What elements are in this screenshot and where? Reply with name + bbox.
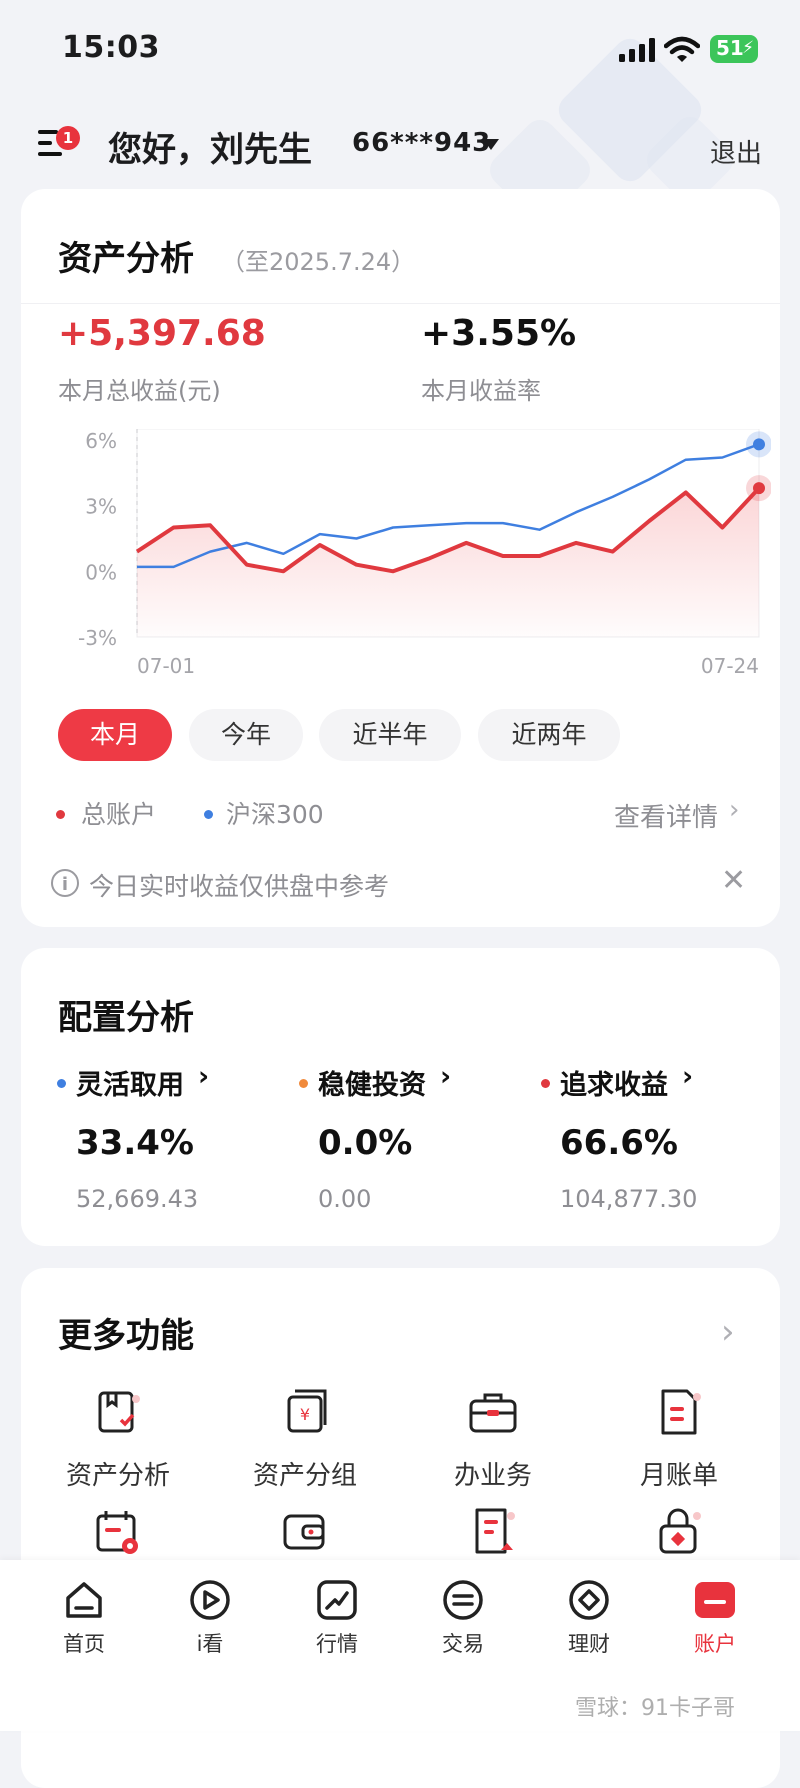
document-upload-icon[interactable]: [467, 1506, 519, 1558]
as-of-date: （至2025.7.24）: [221, 248, 416, 276]
y-tick-label: 3%: [85, 495, 117, 519]
trend-icon: [317, 1580, 357, 1620]
info-icon: i: [51, 869, 79, 897]
lock-icon[interactable]: [653, 1506, 705, 1558]
allocation-name[interactable]: 追求收益: [560, 1063, 668, 1102]
period-tab-1[interactable]: 今年: [189, 709, 303, 761]
x-tick-label: 07-01: [137, 654, 195, 678]
series-end-point: [753, 482, 765, 495]
wallet-icon[interactable]: [279, 1506, 331, 1558]
legend-label-csi300: 沪深300: [226, 800, 324, 829]
monthly-return-label: 本月收益率: [421, 377, 541, 405]
wifi-icon: [664, 36, 700, 62]
allocation-name[interactable]: 稳健投资: [318, 1063, 426, 1102]
chevron-right-icon[interactable]: ›: [682, 1061, 693, 1092]
svg-text:¥: ¥: [300, 1405, 310, 1424]
nav-item-5[interactable]: 账户: [655, 1560, 775, 1710]
allocation-dot: [299, 1079, 308, 1088]
nav-label: 理财: [568, 1632, 610, 1656]
allocation-percent: 33.4%: [76, 1123, 194, 1163]
asset-group-icon[interactable]: ¥: [279, 1387, 331, 1439]
briefcase-icon[interactable]: [467, 1387, 519, 1439]
period-tab-3[interactable]: 近两年: [478, 709, 620, 761]
function-label[interactable]: 办业务: [433, 1455, 553, 1492]
status-time: 15:03: [62, 30, 160, 65]
allocation-amount: 52,669.43: [76, 1185, 199, 1213]
nav-label: 交易: [442, 1632, 484, 1656]
function-label[interactable]: 月账单: [619, 1455, 739, 1492]
monthly-return-value: +3.55%: [421, 313, 577, 354]
allocation-title: 配置分析: [58, 998, 194, 1038]
allocation-amount: 0.00: [318, 1185, 372, 1213]
nav-label: 行情: [316, 1632, 358, 1656]
allocation-percent: 0.0%: [318, 1123, 413, 1163]
chevron-right-icon[interactable]: ›: [729, 795, 739, 825]
allocation-name[interactable]: 灵活取用: [76, 1063, 184, 1102]
chevron-right-icon[interactable]: ›: [198, 1061, 209, 1092]
greeting-text: 您好，刘先生: [108, 130, 312, 170]
nav-label: 首页: [63, 1632, 105, 1656]
close-icon[interactable]: ✕: [721, 863, 746, 898]
divider: [21, 303, 780, 304]
chevron-right-icon[interactable]: ›: [440, 1061, 451, 1092]
allocation-dot: [57, 1079, 66, 1088]
allocation-card: 配置分析 灵活取用 › 33.4% 52,669.43 稳健投资 › 0.0% 0.00 追求收…: [21, 948, 780, 1246]
account-icon: [695, 1582, 735, 1618]
allocation-amount: 104,877.30: [560, 1185, 698, 1213]
legend-label-total-account: 总账户: [81, 800, 157, 829]
series-end-point: [753, 438, 765, 451]
notification-badge: 1: [56, 126, 80, 150]
nav-item-0[interactable]: 首页: [24, 1560, 144, 1710]
nav-item-3[interactable]: 交易: [403, 1560, 523, 1710]
nav-item-4[interactable]: 理财: [529, 1560, 649, 1710]
more-functions-title: 更多功能: [58, 1316, 194, 1356]
asset-analysis-title: 资产分析: [58, 239, 194, 279]
realtime-notice-text: 今日实时收益仅供盘中参考: [89, 872, 390, 901]
finance-icon: [569, 1580, 609, 1620]
nav-item-2[interactable]: 行情: [277, 1560, 397, 1710]
nav-label: 账户: [694, 1632, 736, 1656]
return-chart[interactable]: 6% 3% 0% -3% 07-01 07-24: [51, 429, 771, 689]
allocation-dot: [541, 1079, 550, 1088]
asset-analysis-card: 资产分析 （至2025.7.24） +5,397.68 本月总收益(元) +3.…: [21, 189, 780, 927]
function-label[interactable]: 资产分组: [245, 1455, 365, 1492]
monthly-profit-label: 本月总收益(元): [58, 377, 221, 405]
allocation-percent: 66.6%: [560, 1123, 678, 1163]
function-label[interactable]: 资产分析: [58, 1455, 178, 1492]
view-details-link[interactable]: 查看详情: [614, 797, 718, 834]
legend-dot-total-account: [56, 810, 65, 819]
chevron-right-icon[interactable]: ›: [721, 1312, 735, 1352]
monthly-bill-icon[interactable]: [653, 1387, 705, 1439]
calendar-icon[interactable]: [92, 1506, 144, 1558]
legend-dot-csi300: [204, 810, 213, 819]
battery-level: 51: [716, 36, 744, 60]
account-selector[interactable]: 66***943: [352, 128, 491, 158]
play-icon: [190, 1580, 230, 1620]
x-tick-label: 07-24: [701, 654, 759, 678]
nav-label: i看: [196, 1632, 224, 1656]
watermark: 雪球：91卡子哥: [575, 1696, 735, 1721]
y-tick-label: -3%: [78, 626, 117, 650]
charging-icon: ⚡: [742, 38, 754, 58]
y-tick-label: 0%: [85, 560, 117, 584]
exchange-icon: [443, 1580, 483, 1620]
nav-item-1[interactable]: i看: [150, 1560, 270, 1710]
asset-analysis-icon[interactable]: [92, 1387, 144, 1439]
battery-icon: 51 ⚡: [710, 35, 758, 63]
monthly-profit-value: +5,397.68: [58, 313, 266, 354]
y-tick-label: 6%: [85, 429, 117, 453]
logout-button[interactable]: 退出: [710, 133, 762, 170]
signal-icon: [619, 38, 655, 62]
caret-down-icon[interactable]: [483, 139, 499, 150]
home-icon: [66, 1582, 102, 1618]
period-tab-2[interactable]: 近半年: [319, 709, 461, 761]
period-tab-0[interactable]: 本月: [58, 709, 172, 761]
